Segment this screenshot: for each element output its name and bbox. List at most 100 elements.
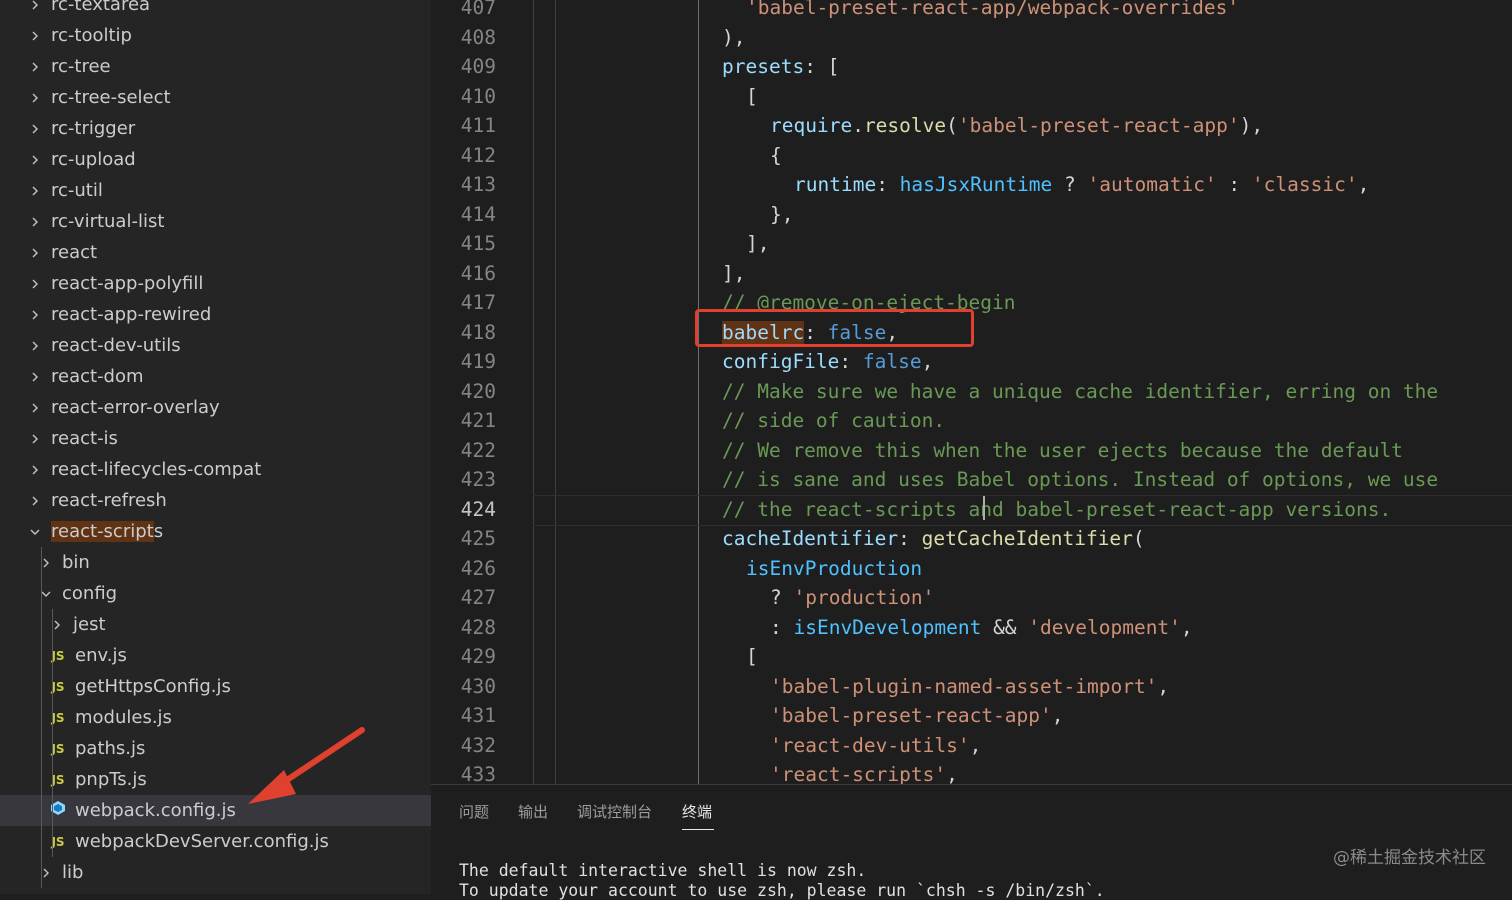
folder-item-react-refresh[interactable]: react-refresh bbox=[0, 485, 431, 516]
folder-item-react-app-rewired[interactable]: react-app-rewired bbox=[0, 299, 431, 330]
code-text[interactable]: 'react-dev-utils', bbox=[770, 734, 981, 757]
code-line[interactable]: 424 // the react-scripts and babel-preset… bbox=[431, 495, 1512, 525]
code-text[interactable]: ], bbox=[722, 262, 745, 285]
code-line[interactable]: 431 'babel-preset-react-app', bbox=[431, 701, 1512, 731]
file-item-paths-js[interactable]: JS paths.js bbox=[0, 733, 431, 764]
code-line[interactable]: 426 isEnvProduction bbox=[431, 554, 1512, 584]
folder-item-bin[interactable]: bin bbox=[0, 547, 431, 578]
folder-item-react-dom[interactable]: react-dom bbox=[0, 361, 431, 392]
folder-item-react[interactable]: react bbox=[0, 237, 431, 268]
code-line[interactable]: 421 // side of caution. bbox=[431, 406, 1512, 436]
code-text[interactable]: 'react-scripts', bbox=[770, 763, 958, 784]
chevron-right-icon[interactable] bbox=[28, 401, 42, 415]
code-text[interactable]: cacheIdentifier: getCacheIdentifier( bbox=[722, 527, 1145, 550]
folder-item-rc-upload[interactable]: rc-upload bbox=[0, 144, 431, 175]
code-text[interactable]: runtime: hasJsxRuntime ? 'automatic' : '… bbox=[794, 173, 1369, 196]
chevron-right-icon[interactable] bbox=[28, 339, 42, 353]
chevron-right-icon[interactable] bbox=[28, 277, 42, 291]
chevron-right-icon[interactable] bbox=[28, 370, 42, 384]
chevron-right-icon[interactable] bbox=[28, 308, 42, 322]
code-line[interactable]: 407 'babel-preset-react-app/webpack-overr… bbox=[431, 0, 1512, 23]
terminal-output-line[interactable]: The default interactive shell is now zsh… bbox=[459, 861, 866, 880]
code-text[interactable]: 'babel-plugin-named-asset-import', bbox=[770, 675, 1169, 698]
tab-terminal[interactable]: 终端 bbox=[682, 801, 712, 822]
folder-item-react-app-polyfill[interactable]: react-app-polyfill bbox=[0, 268, 431, 299]
chevron-right-icon[interactable] bbox=[28, 246, 42, 260]
code-text[interactable]: configFile: false, bbox=[722, 350, 933, 373]
code-line[interactable]: 419 configFile: false, bbox=[431, 347, 1512, 377]
code-text[interactable]: ? 'production' bbox=[770, 586, 934, 609]
chevron-right-icon[interactable] bbox=[28, 432, 42, 446]
file-item-gethttpsconfig-js[interactable]: JS getHttpsConfig.js bbox=[0, 671, 431, 702]
folder-item-rc-trigger[interactable]: rc-trigger bbox=[0, 113, 431, 144]
chevron-right-icon[interactable] bbox=[28, 494, 42, 508]
file-item-modules-js[interactable]: JS modules.js bbox=[0, 702, 431, 733]
file-item-webpack-config-js[interactable]: webpack.config.js bbox=[0, 795, 431, 826]
chevron-right-icon[interactable] bbox=[28, 29, 42, 43]
tab-debug-console[interactable]: 调试控制台 bbox=[577, 801, 652, 822]
chevron-right-icon[interactable] bbox=[28, 153, 42, 167]
code-text[interactable]: }, bbox=[770, 203, 793, 226]
code-text[interactable]: require.resolve('babel-preset-react-app'… bbox=[770, 114, 1263, 137]
code-text[interactable]: 'babel-preset-react-app/webpack-override… bbox=[746, 0, 1239, 19]
folder-item-react-error-overlay[interactable]: react-error-overlay bbox=[0, 392, 431, 423]
chevron-right-icon[interactable] bbox=[28, 215, 42, 229]
code-text[interactable]: 'babel-preset-react-app', bbox=[770, 704, 1064, 727]
chevron-right-icon[interactable] bbox=[28, 0, 42, 12]
tab-output[interactable]: 输出 bbox=[518, 801, 548, 822]
chevron-right-icon[interactable] bbox=[28, 184, 42, 198]
code-text[interactable]: presets: [ bbox=[722, 55, 839, 78]
folder-item-rc-util[interactable]: rc-util bbox=[0, 175, 431, 206]
code-line[interactable]: 414}, bbox=[431, 200, 1512, 230]
chevron-down-icon[interactable] bbox=[28, 525, 42, 539]
tab-problems[interactable]: 问题 bbox=[459, 801, 489, 822]
code-text[interactable]: [ bbox=[746, 85, 758, 108]
folder-item-react-is[interactable]: react-is bbox=[0, 423, 431, 454]
code-line[interactable]: 413 runtime: hasJsxRuntime ? 'automatic' … bbox=[431, 170, 1512, 200]
file-item-pnpts-js[interactable]: JS pnpTs.js bbox=[0, 764, 431, 795]
code-line[interactable]: 409 presets: [ bbox=[431, 52, 1512, 82]
code-line[interactable]: 415], bbox=[431, 229, 1512, 259]
code-text[interactable]: // side of caution. bbox=[722, 409, 945, 432]
code-line[interactable]: 425 cacheIdentifier: getCacheIdentifier( bbox=[431, 524, 1512, 554]
folder-item-rc-virtual-list[interactable]: rc-virtual-list bbox=[0, 206, 431, 237]
code-text[interactable]: isEnvProduction bbox=[746, 557, 922, 580]
code-line[interactable]: 430 'babel-plugin-named-asset-import', bbox=[431, 672, 1512, 702]
code-line[interactable]: 410 [ bbox=[431, 82, 1512, 112]
code-line[interactable]: 429 [ bbox=[431, 642, 1512, 672]
code-text[interactable]: // Make sure we have a unique cache iden… bbox=[722, 380, 1438, 403]
chevron-right-icon[interactable] bbox=[28, 463, 42, 477]
chevron-right-icon[interactable] bbox=[28, 122, 42, 136]
code-text[interactable]: ], bbox=[746, 232, 769, 255]
folder-item-react-dev-utils[interactable]: react-dev-utils bbox=[0, 330, 431, 361]
code-line[interactable]: 428: isEnvDevelopment && 'development', bbox=[431, 613, 1512, 643]
code-text[interactable]: ), bbox=[722, 26, 745, 49]
folder-item-rc-textarea[interactable]: rc-textarea bbox=[0, 0, 431, 20]
code-line[interactable]: 411 require.resolve('babel-preset-react-a… bbox=[431, 111, 1512, 141]
code-text[interactable]: { bbox=[770, 144, 782, 167]
code-text[interactable]: // the react-scripts and babel-preset-re… bbox=[722, 498, 1391, 521]
folder-item-rc-tooltip[interactable]: rc-tooltip bbox=[0, 20, 431, 51]
code-line[interactable]: 412 { bbox=[431, 141, 1512, 171]
code-text[interactable]: : isEnvDevelopment && 'development', bbox=[770, 616, 1193, 639]
folder-item-config[interactable]: config bbox=[0, 578, 431, 609]
code-line[interactable]: 423 // is sane and uses Babel options. In… bbox=[431, 465, 1512, 495]
chevron-right-icon[interactable] bbox=[28, 91, 42, 105]
folder-item-react-lifecycles-compat[interactable]: react-lifecycles-compat bbox=[0, 454, 431, 485]
file-item-webpackdevserver-config-js[interactable]: JS webpackDevServer.config.js bbox=[0, 826, 431, 857]
code-text[interactable]: // We remove this when the user ejects b… bbox=[722, 439, 1403, 462]
chevron-right-icon[interactable] bbox=[28, 60, 42, 74]
folder-item-jest[interactable]: jest bbox=[0, 609, 431, 640]
code-line[interactable]: 408), bbox=[431, 23, 1512, 53]
folder-item-rc-tree[interactable]: rc-tree bbox=[0, 51, 431, 82]
code-text[interactable]: [ bbox=[746, 645, 758, 668]
code-line[interactable]: 422 // We remove this when the user eject… bbox=[431, 436, 1512, 466]
code-line[interactable]: 433 'react-scripts', bbox=[431, 760, 1512, 784]
code-line[interactable]: 420 // Make sure we have a unique cache i… bbox=[431, 377, 1512, 407]
folder-item-rc-tree-select[interactable]: rc-tree-select bbox=[0, 82, 431, 113]
terminal-output-line[interactable]: To update your account to use zsh, pleas… bbox=[459, 881, 1105, 900]
folder-item-react-scripts[interactable]: react-scripts bbox=[0, 516, 431, 547]
code-line[interactable]: 427? 'production' bbox=[431, 583, 1512, 613]
code-editor[interactable]: 407 'babel-preset-react-app/webpack-overr… bbox=[431, 0, 1512, 784]
code-text[interactable]: // is sane and uses Babel options. Inste… bbox=[722, 468, 1438, 491]
